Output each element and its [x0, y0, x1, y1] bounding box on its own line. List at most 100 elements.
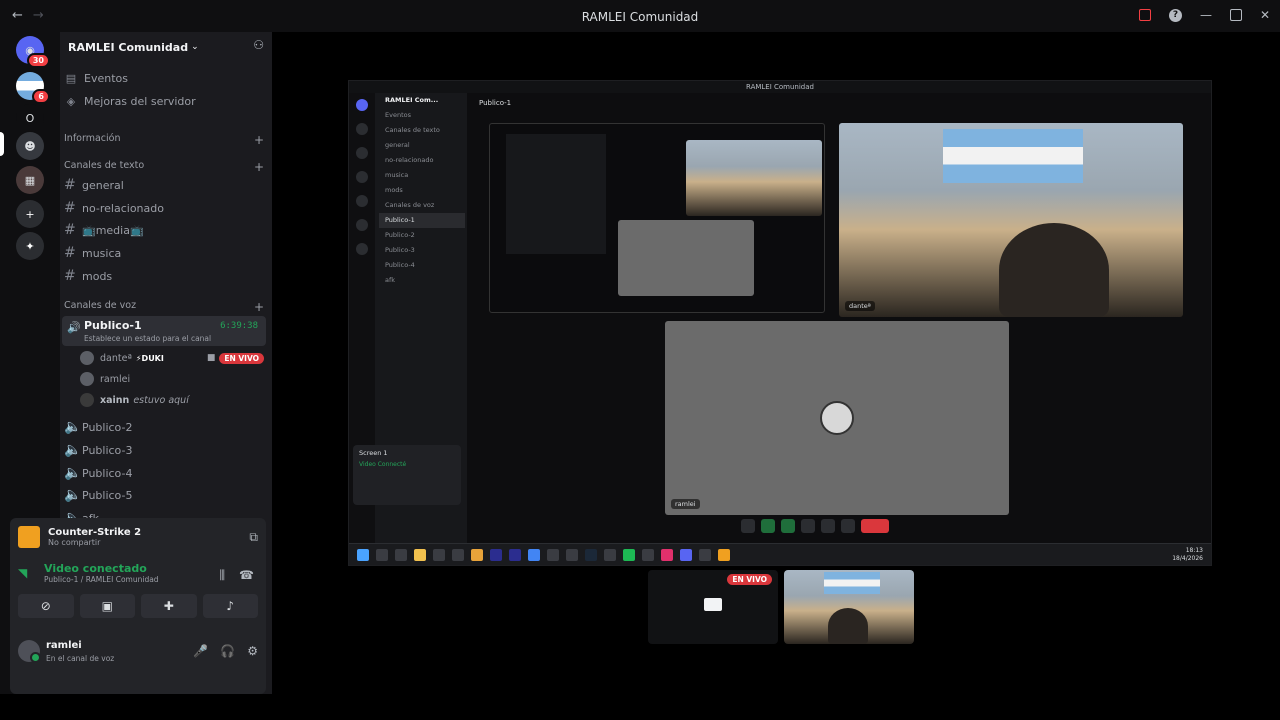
activities-button[interactable]: ✚	[141, 594, 197, 618]
tv-icon: 📺	[82, 223, 96, 237]
close-icon[interactable]: ✕	[1260, 8, 1270, 22]
live-badge: EN VIVO	[219, 352, 264, 364]
channel-mods[interactable]: # mods	[64, 266, 264, 286]
camera-icon	[761, 519, 775, 533]
category-text[interactable]: Canales de texto +	[64, 160, 264, 174]
screen-share-button[interactable]: ▣	[79, 594, 135, 618]
channel-general[interactable]: # general	[64, 175, 264, 195]
hash-icon: #	[64, 222, 76, 238]
category-label: Información	[64, 133, 121, 144]
channel-media[interactable]: # 📺 media 📺	[64, 220, 264, 240]
taskview-icon	[395, 549, 407, 561]
server-letter-icon[interactable]: O	[16, 104, 44, 132]
user-panel: Counter-Strike 2 No compartir ⧉ ◥ Video …	[10, 518, 266, 694]
voice-user-name: ramlei	[100, 373, 131, 385]
speaker-icon: 🔈	[64, 419, 82, 435]
server-folder-icon[interactable]: ▦	[16, 166, 44, 194]
taskbar-clock: 18:13 18/4/2026	[1172, 547, 1203, 563]
server-name: RAMLEI Comunidad	[68, 40, 189, 54]
user-name[interactable]: ramlei	[46, 640, 82, 651]
mini-vc-title: Video Connecté	[359, 461, 407, 468]
user-tag: DUKI	[141, 353, 164, 363]
channel-label: mods	[82, 269, 113, 283]
voice-channel-publico-4[interactable]: 🔈 Publico-4	[64, 463, 264, 483]
help-icon[interactable]: ?	[1168, 8, 1182, 22]
voice-channel-publico-5[interactable]: 🔈 Publico-5	[64, 485, 264, 505]
maximize-icon[interactable]	[1229, 9, 1242, 21]
boost-item[interactable]: ◈ Mejoras del servidor	[64, 91, 264, 111]
channel-musica[interactable]: # musica	[64, 243, 264, 263]
category-info[interactable]: Información +	[64, 133, 264, 147]
boost-label: Mejoras del servidor	[84, 94, 196, 108]
minimize-icon[interactable]: —	[1200, 8, 1212, 22]
voice-channel-publico-1[interactable]: 🔊 Publico-1 6:39:38 Establece un estado …	[62, 316, 266, 346]
add-server-icon[interactable]: +	[16, 200, 44, 228]
vc-title[interactable]: Video conectado	[44, 562, 159, 575]
soundboard-icon	[821, 519, 835, 533]
clock-time: 18:13	[1185, 547, 1203, 554]
avatar	[80, 393, 94, 407]
headphones-icon[interactable]: 🎧	[220, 644, 235, 658]
camera-off-button[interactable]: ⊘	[18, 594, 74, 618]
channel-label: general	[82, 178, 124, 192]
flag-shape	[824, 572, 880, 594]
channel-label: media	[95, 223, 130, 237]
mini-screen-panel: Screen 1 Video Connecté	[353, 445, 461, 505]
microphone-icon[interactable]: 🎤	[193, 644, 208, 658]
voice-channel-publico-2[interactable]: 🔈 Publico-2	[64, 417, 264, 437]
channel-label: Publico-3	[82, 443, 133, 457]
settings-icon[interactable]: ⚙	[247, 644, 258, 658]
server-ramlei-icon[interactable]: ☻	[16, 132, 44, 160]
window-title: RAMLEI Comunidad	[581, 10, 699, 24]
avatar	[80, 351, 94, 365]
category-voice[interactable]: Canales de voz +	[64, 300, 264, 314]
stream-thumbnails: EN VIVO	[648, 570, 914, 644]
hash-icon: #	[64, 268, 76, 284]
share-screen-icon[interactable]: ⧉	[249, 530, 258, 545]
tile-label: ramlei	[671, 499, 700, 509]
chevron-down-icon: ⌄	[191, 42, 199, 52]
events-item[interactable]: ▤ Eventos	[64, 68, 264, 88]
add-channel-icon[interactable]: +	[254, 160, 264, 174]
user-controls: 🎤 🎧 ⚙	[193, 644, 258, 658]
cs2-icon	[718, 549, 730, 561]
noise-suppression-icon[interactable]: ⫼	[220, 568, 226, 583]
voice-user-ramlei[interactable]: ramlei	[80, 370, 264, 388]
invite-icon[interactable]: ⚇	[253, 38, 264, 52]
add-channel-icon[interactable]: +	[254, 133, 264, 147]
app-icon	[699, 549, 711, 561]
disconnect-icon[interactable]: ☎	[239, 568, 254, 583]
soundboard-button[interactable]: ♪	[202, 594, 258, 618]
category-label: Canales de voz	[64, 300, 137, 311]
voice-timer: 6:39:38	[220, 321, 258, 331]
inbox-icon[interactable]	[1138, 9, 1151, 21]
voice-channel-publico-3[interactable]: 🔈 Publico-3	[64, 440, 264, 460]
steam-icon	[585, 549, 597, 561]
signal-icon: ◥	[18, 566, 28, 580]
voice-user-dante[interactable]: ‌​danteª ⚡DUKI ■ EN VIVO	[80, 349, 264, 367]
explore-icon[interactable]: ✦	[16, 232, 44, 260]
activities-icon	[801, 519, 815, 533]
direct-messages-icon[interactable]: ◉ 30	[16, 36, 50, 68]
taskbar-icons	[357, 549, 730, 561]
add-channel-icon[interactable]: +	[254, 300, 264, 314]
user-avatar[interactable]	[18, 640, 41, 663]
channel-label: Publico-5	[82, 488, 133, 502]
camera-thumb[interactable]	[784, 570, 914, 644]
mini-server-name: RAMLEI Com...	[385, 96, 439, 104]
boost-icon: ◈	[66, 94, 76, 108]
flag-shape	[943, 129, 1083, 183]
mini-call-controls	[741, 519, 889, 533]
shared-screen[interactable]: RAMLEI Comunidad RAMLEI Com... Eventos C…	[348, 80, 1212, 566]
channel-no-relacionado[interactable]: # no-relacionado	[64, 198, 264, 218]
app-icon	[452, 549, 464, 561]
server-header[interactable]: RAMLEI Comunidad ⌄	[60, 36, 272, 58]
duki-tag: ⚡DUKI	[135, 353, 164, 363]
mini-server-icon	[356, 123, 368, 135]
clock-date: 18/4/2026	[1172, 555, 1203, 562]
channel-status[interactable]: Establece un estado para el canal	[84, 334, 211, 343]
screen-share-thumb[interactable]: EN VIVO	[648, 570, 778, 644]
server-flag-icon[interactable]: 6	[16, 72, 50, 104]
voice-user-xainn[interactable]: xainn estuvo aquí	[80, 391, 264, 409]
vc-sub[interactable]: Publico-1 / RAMLEI Comunidad	[44, 575, 159, 584]
